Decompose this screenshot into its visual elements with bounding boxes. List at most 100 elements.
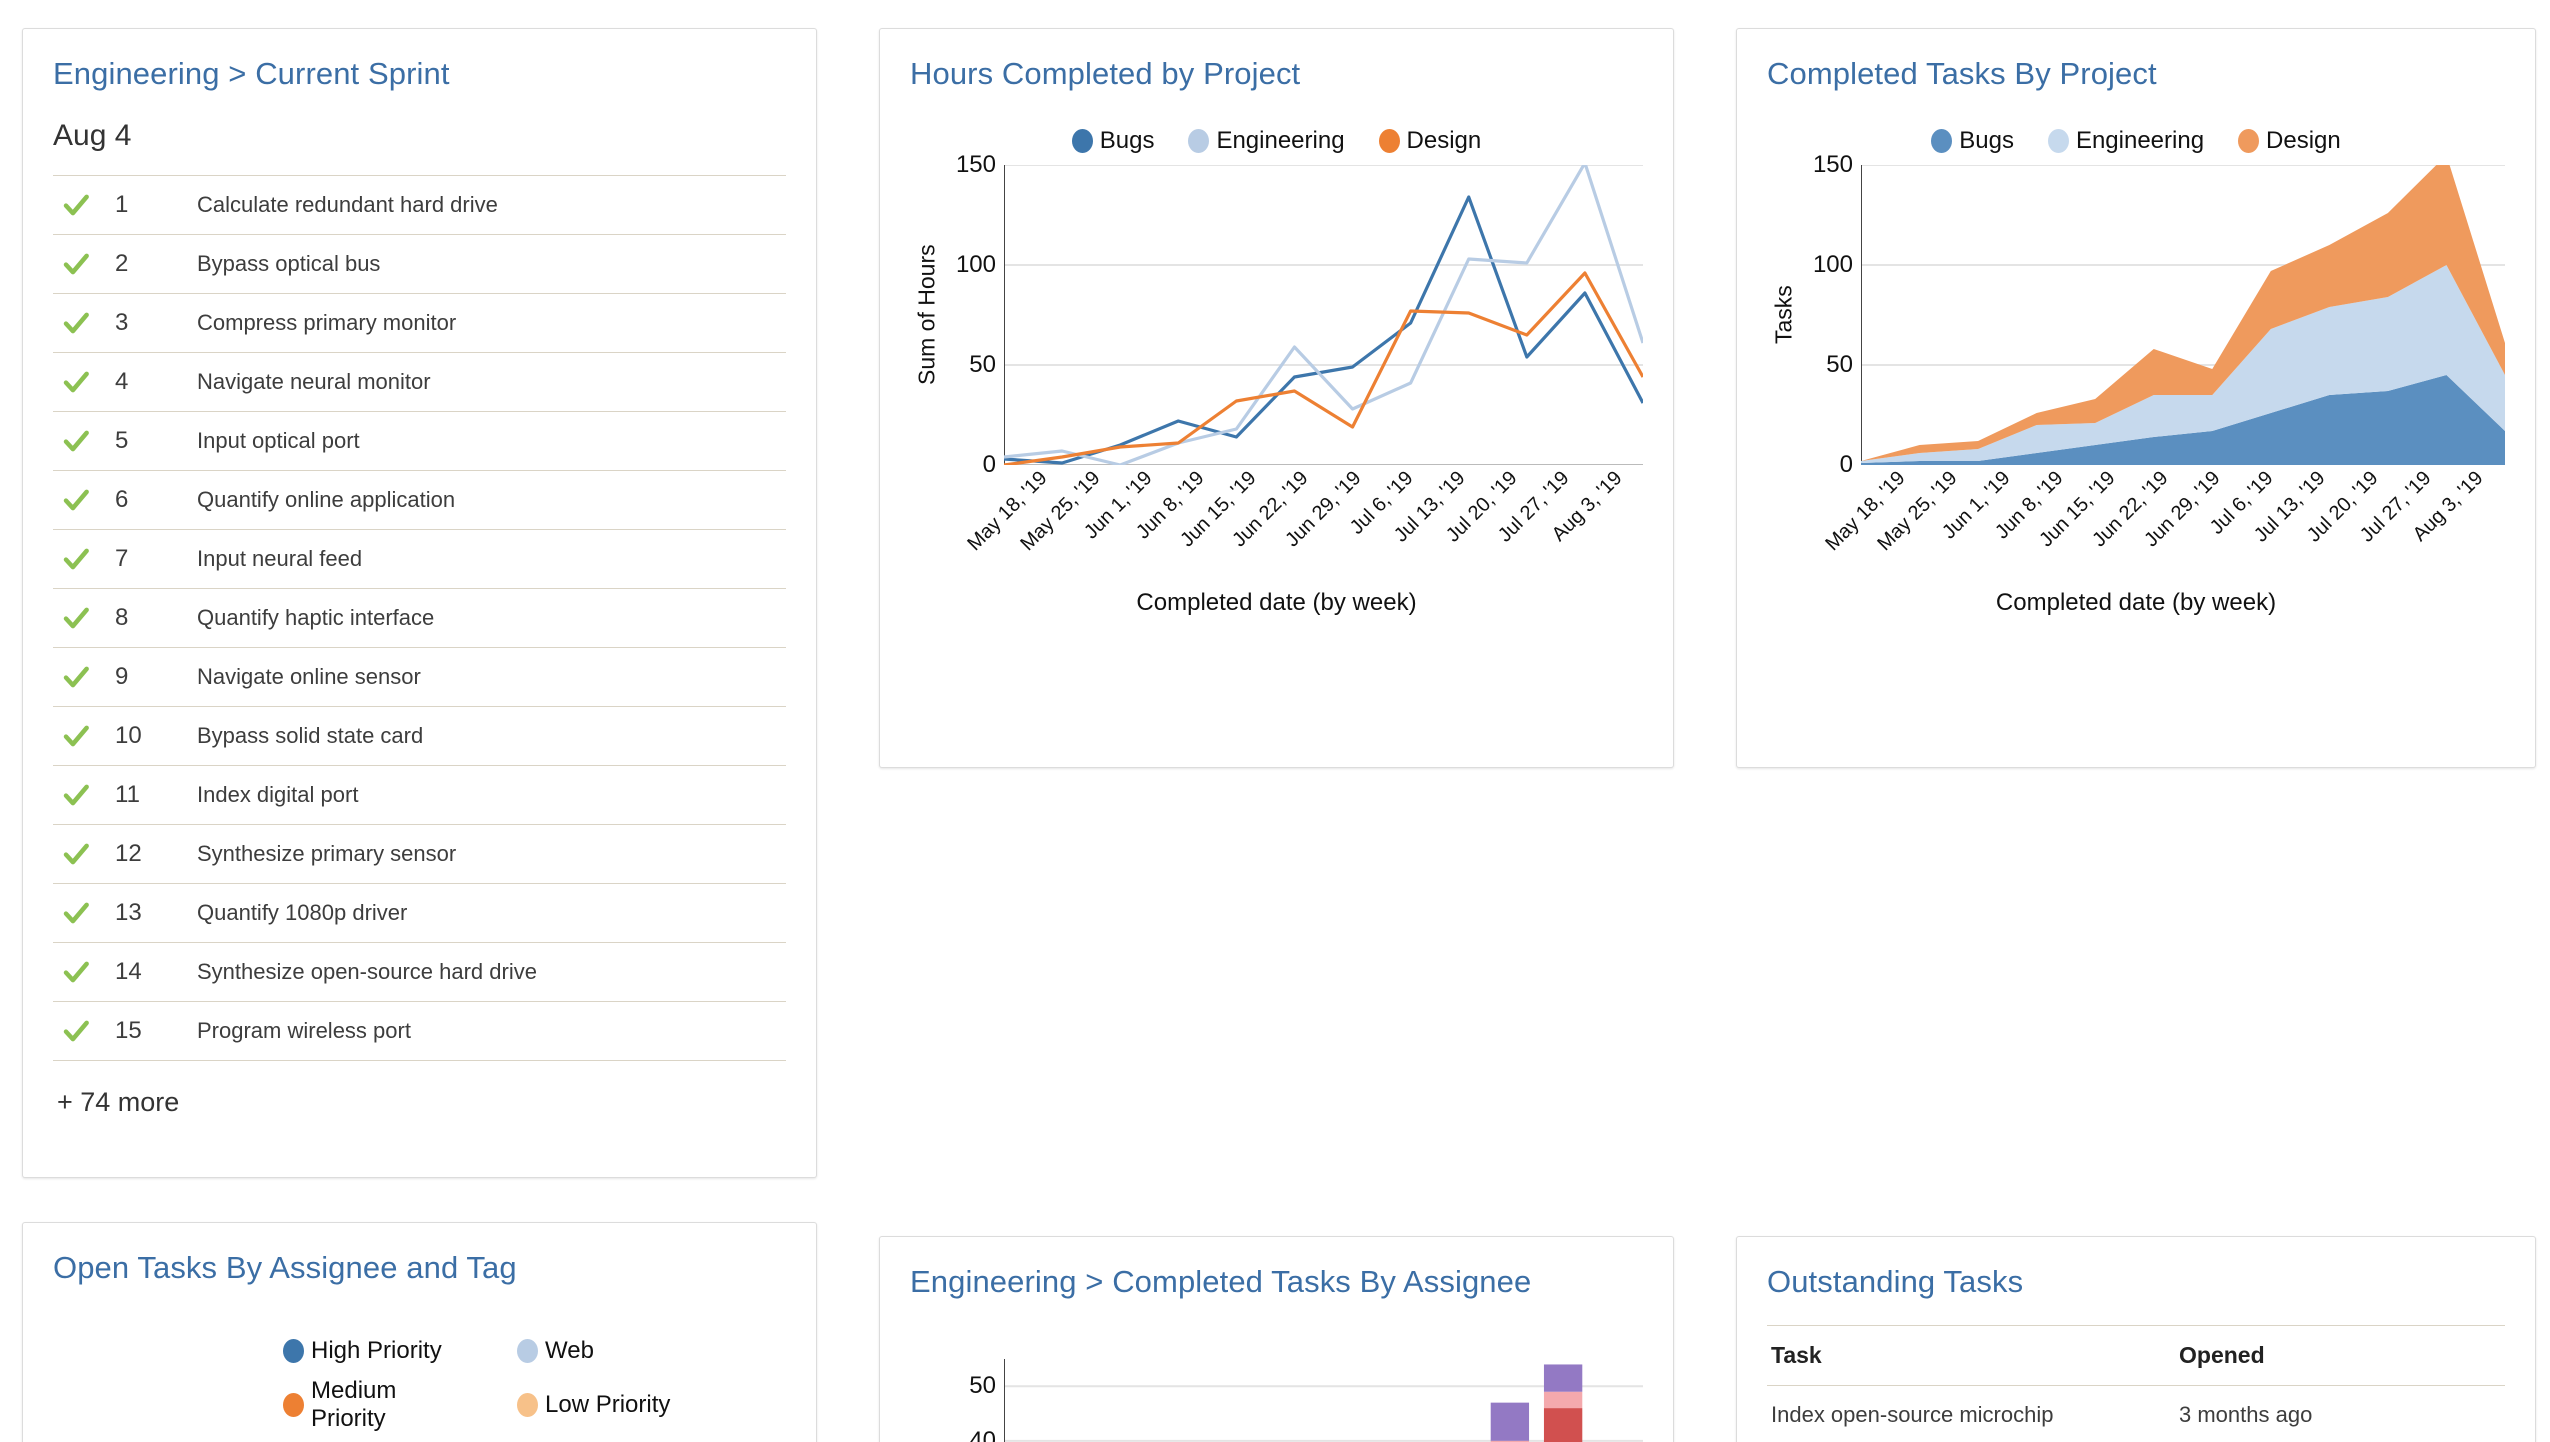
line-chart-plot	[1004, 164, 1643, 465]
legend-item[interactable]: Engineering	[2047, 126, 2205, 155]
check-icon	[53, 839, 115, 869]
task-label: Synthesize open-source hard drive	[197, 958, 537, 984]
task-row[interactable]: 8 Quantify haptic interface	[53, 589, 786, 648]
task-row[interactable]: 5 Input optical port	[53, 412, 786, 471]
chart-title-assignee[interactable]: Engineering > Completed Tasks By Assigne…	[910, 1263, 1643, 1301]
legend-item[interactable]: Web	[517, 1337, 707, 1365]
task-label: Input optical port	[197, 427, 360, 453]
task-number: 11	[115, 780, 140, 808]
check-icon	[53, 662, 115, 692]
task-row[interactable]: 2 Bypass optical bus	[53, 235, 786, 294]
y-axis-ticks-hours: 0 50 100 150	[944, 151, 1004, 478]
legend-item[interactable]: Low Priority	[517, 1377, 707, 1433]
task-number: 2	[115, 249, 129, 277]
chart-legend-area: Bugs Engineering Design	[1767, 127, 2505, 155]
task-row[interactable]: 14 Synthesize open-source hard drive	[53, 943, 786, 1002]
x-axis-title-area: Completed date (by week)	[1995, 588, 2277, 616]
dashboard-root: Engineering > Current Sprint Aug 4 1 Calc…	[0, 0, 2550, 1442]
task-number: 12	[115, 839, 142, 867]
legend-label: High Priority	[311, 1336, 442, 1364]
task-row[interactable]: 6 Quantify online application	[53, 471, 786, 530]
outstanding-tasks-card: Outstanding Tasks Task Opened Index open…	[1736, 1236, 2536, 1442]
y-axis-ticks-bar: 01020304050	[944, 1359, 1004, 1442]
legend-label: Medium Priority	[311, 1376, 397, 1432]
legend-label: Web	[545, 1336, 594, 1364]
more-tasks-link[interactable]: + 74 more	[53, 1061, 786, 1118]
task-label: Navigate neural monitor	[197, 368, 431, 394]
y-axis-tick: 100	[955, 250, 996, 278]
task-row[interactable]: 1 Calculate redundant hard drive	[53, 176, 786, 235]
legend-item[interactable]: Design	[1378, 126, 1482, 155]
legend-label: Bugs	[1099, 126, 1155, 154]
task-row[interactable]: 13 Quantify 1080p driver	[53, 884, 786, 943]
y-axis-ticks-area: 0 50 100 150	[1801, 151, 1861, 478]
task-row[interactable]: 7 Input neural feed	[53, 530, 786, 589]
table-row[interactable]: Index open-source microchip 3 months ago	[1767, 1385, 2505, 1442]
hours-completed-card: Hours Completed by Project Bugs Engineeri…	[879, 28, 1674, 768]
legend-item[interactable]: Engineering	[1188, 126, 1345, 155]
task-number: 10	[115, 721, 142, 749]
legend-color-dot	[517, 1338, 538, 1363]
current-sprint-card: Engineering > Current Sprint Aug 4 1 Calc…	[22, 28, 817, 1178]
check-icon	[53, 957, 115, 987]
check-icon	[53, 426, 115, 456]
task-row[interactable]: 12 Synthesize primary sensor	[53, 825, 786, 884]
y-axis-tick: 40	[969, 1426, 996, 1442]
legend-label: Engineering	[1216, 126, 1345, 154]
task-label: Navigate online sensor	[197, 663, 421, 689]
open-tasks-title: Open Tasks By Assignee and Tag	[53, 1250, 517, 1285]
task-number: 14	[115, 957, 142, 985]
x-axis-labels-hours: May 18, '19 May 25, '19 Jun 1, '19 Jun 8, '…	[964, 465, 1643, 583]
task-row[interactable]: 3 Compress primary monitor	[53, 294, 786, 353]
task-number: 4	[115, 367, 129, 395]
legend-color-dot	[283, 1338, 304, 1363]
chart-legend-hours: Bugs Engineering Design	[910, 127, 1643, 155]
task-row[interactable]: 4 Navigate neural monitor	[53, 353, 786, 412]
column-header-opened: Opened	[2175, 1324, 2505, 1386]
task-row[interactable]: 15 Program wireless port	[53, 1002, 786, 1061]
table-header-row: Task Opened	[1767, 1324, 2505, 1386]
page-title[interactable]: Engineering > Current Sprint	[53, 55, 786, 93]
check-icon	[53, 249, 115, 279]
check-icon	[53, 898, 115, 928]
task-number: 9	[115, 662, 129, 690]
check-icon	[53, 603, 115, 633]
task-label: Bypass solid state card	[197, 722, 424, 748]
task-row[interactable]: 9 Navigate online sensor	[53, 648, 786, 707]
y-axis-tick: 100	[1812, 250, 1853, 278]
legend-label: Design	[1406, 126, 1482, 154]
y-axis-tick: 150	[1812, 150, 1853, 178]
legend-item[interactable]: Bugs	[1071, 126, 1155, 155]
open-tasks-by-assignee-and-tag-card: Open Tasks By Assignee and Tag High Prio…	[22, 1222, 817, 1442]
open-tasks-legend: High Priority Web Medium Priority Low Prior…	[283, 1337, 786, 1442]
legend-color-dot	[1188, 128, 1210, 153]
task-label: Quantify 1080p driver	[197, 899, 408, 925]
task-number: 7	[115, 544, 129, 572]
check-icon	[53, 485, 115, 515]
legend-item[interactable]: High Priority	[283, 1337, 473, 1365]
task-row[interactable]: 10 Bypass solid state card	[53, 707, 786, 766]
check-icon	[53, 780, 115, 810]
outstanding-tasks-table: Task Opened Index open-source microchip 3…	[1767, 1324, 2505, 1442]
bar-chart-plot	[1004, 1358, 1643, 1442]
task-row[interactable]: 11 Index digital port	[53, 766, 786, 825]
legend-label: Engineering	[2075, 126, 2205, 154]
legend-label: Design	[2266, 126, 2341, 154]
check-icon	[53, 544, 115, 574]
task-label: Index digital port	[197, 781, 359, 807]
task-list: 1 Calculate redundant hard drive 2 Bypass o…	[53, 174, 786, 1061]
sprint-date: Aug 4	[53, 118, 132, 152]
cell-opened: 3 months ago	[2175, 1385, 2505, 1442]
y-axis-title-area: Tasks	[1770, 285, 1797, 345]
task-number: 13	[115, 898, 142, 926]
task-number: 8	[115, 603, 129, 631]
legend-item[interactable]: Bugs	[1931, 127, 2014, 155]
completed-tasks-by-project-card: Completed Tasks By Project Bugs Engineeri…	[1736, 28, 2536, 768]
y-axis-tick: 150	[955, 150, 996, 178]
area-chart-plot	[1861, 164, 2505, 465]
task-label: Quantify online application	[197, 486, 456, 512]
legend-label: Low Priority	[545, 1390, 671, 1418]
legend-item[interactable]: Medium Priority	[283, 1377, 473, 1433]
task-label: Calculate redundant hard drive	[197, 191, 498, 217]
legend-item[interactable]: Design	[2238, 127, 2341, 155]
